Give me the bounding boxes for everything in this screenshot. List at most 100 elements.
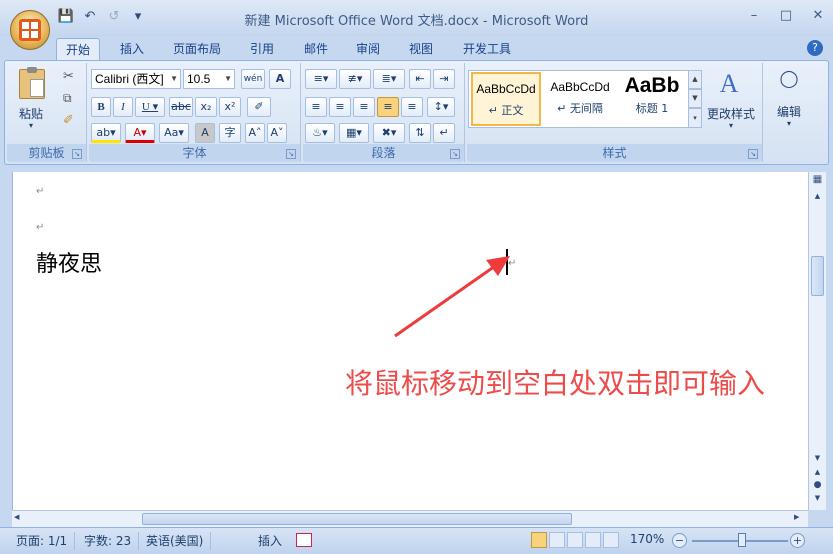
clipboard-group: 粘贴 ▾ ✂ ⧉ ✐ 剪贴板 ↘	[7, 63, 87, 162]
editing-label[interactable]: 编辑	[769, 103, 809, 120]
style-normal[interactable]: AaBbCcDd ↵ 正文	[471, 72, 541, 126]
gallery-more-icon[interactable]: ▾	[688, 108, 702, 128]
change-styles-label[interactable]: 更改样式	[703, 105, 759, 122]
borders-icon[interactable]: ▦▾	[339, 123, 369, 143]
ribbon-tabs: 开始 插入 页面布局 引用 邮件 审阅 视图 开发工具	[0, 36, 833, 60]
phonetic-guide-icon[interactable]: wén	[241, 69, 265, 89]
zoom-in-icon[interactable]: +	[790, 533, 805, 548]
view-draft-icon[interactable]	[603, 532, 619, 548]
style-heading-1[interactable]: AaBb 标题 1	[617, 72, 687, 126]
language[interactable]: 英语(美国)	[146, 532, 203, 549]
maximize-icon[interactable]: □	[777, 8, 795, 23]
horizontal-scroll-thumb[interactable]	[142, 513, 572, 525]
chevron-down-icon[interactable]: ▾	[769, 119, 809, 128]
ruler-toggle-icon[interactable]: ▦	[811, 174, 824, 188]
chevron-down-icon: ▼	[170, 74, 178, 83]
zoom-level[interactable]: 170%	[630, 532, 664, 546]
zoom-slider-thumb[interactable]	[738, 533, 746, 547]
dialog-launcher-icon[interactable]: ↘	[748, 149, 758, 159]
paste-label[interactable]: 粘贴	[13, 105, 49, 122]
show-marks-icon[interactable]: ↵	[433, 123, 455, 143]
char-shading-icon[interactable]: A	[195, 123, 215, 143]
view-outline-icon[interactable]	[585, 532, 601, 548]
subscript-icon[interactable]: x₂	[195, 97, 217, 117]
view-web-layout-icon[interactable]	[567, 532, 583, 548]
multilevel-list-icon[interactable]: ≣▾	[373, 69, 405, 89]
horizontal-scrollbar[interactable]: ◀ ▶	[12, 510, 808, 527]
browse-object-icon[interactable]: ●	[811, 480, 824, 494]
strikethrough-icon[interactable]: abc	[169, 97, 193, 117]
dialog-launcher-icon[interactable]: ↘	[72, 149, 82, 159]
dialog-launcher-icon[interactable]: ↘	[450, 149, 460, 159]
copy-icon[interactable]: ⧉	[63, 91, 72, 106]
scroll-right-icon[interactable]: ▶	[794, 513, 806, 525]
close-icon[interactable]: ✕	[809, 8, 827, 23]
chinese-layout-icon[interactable]: ✖▾	[373, 123, 405, 143]
style-no-spacing[interactable]: AaBbCcDd ↵ 无间隔	[545, 72, 615, 126]
page-count[interactable]: 页面: 1/1	[16, 532, 67, 549]
vertical-scroll-thumb[interactable]	[811, 256, 824, 296]
cut-icon[interactable]: ✂	[63, 69, 74, 84]
help-icon[interactable]: ?	[807, 40, 823, 56]
font-color-icon[interactable]: A▾	[125, 123, 155, 143]
vertical-scrollbar[interactable]: ▦ ▲ ▼ ▲ ● ▼	[808, 172, 826, 510]
sort-icon[interactable]: ⇅	[409, 123, 431, 143]
scroll-left-icon[interactable]: ◀	[14, 513, 26, 525]
paste-icon[interactable]	[19, 67, 45, 99]
underline-icon[interactable]: U ▾	[135, 97, 165, 117]
italic-icon[interactable]: I	[113, 97, 133, 117]
tab-review[interactable]: 审阅	[346, 38, 390, 60]
distributed-icon[interactable]: ≡	[401, 97, 423, 117]
numbering-icon[interactable]: ≢▾	[339, 69, 371, 89]
justify-icon[interactable]: ≡	[377, 97, 399, 117]
find-icon[interactable]: ◯	[777, 69, 801, 95]
tab-mailings[interactable]: 邮件	[294, 38, 338, 60]
font-name-combo[interactable]: Calibri (西文] ▼	[91, 69, 181, 89]
font-group: Calibri (西文] ▼ 10.5 ▼ wén A B I U ▾ abc x₂…	[89, 63, 301, 162]
scroll-up-icon[interactable]: ▲	[811, 192, 824, 206]
tab-references[interactable]: 引用	[240, 38, 284, 60]
tab-insert[interactable]: 插入	[110, 38, 154, 60]
macro-record-icon[interactable]	[296, 533, 312, 547]
bullets-icon[interactable]: ≡▾	[305, 69, 337, 89]
font-size-combo[interactable]: 10.5 ▼	[183, 69, 235, 89]
line-spacing-icon[interactable]: ↕▾	[427, 97, 455, 117]
change-case-icon[interactable]: Aa▾	[159, 123, 189, 143]
shrink-font-icon[interactable]: A˅	[267, 123, 287, 143]
align-right-icon[interactable]: ≡	[353, 97, 375, 117]
office-button[interactable]	[10, 10, 50, 50]
view-full-screen-icon[interactable]	[549, 532, 565, 548]
paste-dropdown-icon[interactable]: ▾	[13, 121, 49, 130]
highlight-icon[interactable]: ab▾	[91, 123, 121, 143]
dialog-launcher-icon[interactable]: ↘	[286, 149, 296, 159]
gallery-down-icon[interactable]: ▼	[688, 89, 702, 108]
grow-font-icon[interactable]: A˄	[245, 123, 265, 143]
change-styles-icon[interactable]: A	[709, 69, 749, 101]
enclose-char-icon[interactable]: 字	[219, 123, 241, 143]
decrease-indent-icon[interactable]: ⇤	[409, 69, 431, 89]
tab-home[interactable]: 开始	[56, 38, 100, 60]
zoom-out-icon[interactable]: −	[672, 533, 687, 548]
char-border-icon[interactable]: A	[269, 69, 291, 89]
bold-icon[interactable]: B	[91, 97, 111, 117]
tab-page-layout[interactable]: 页面布局	[165, 38, 229, 60]
scroll-down-icon[interactable]: ▼	[811, 454, 824, 468]
word-count[interactable]: 字数: 23	[84, 532, 131, 549]
tab-developer[interactable]: 开发工具	[452, 38, 522, 60]
next-page-icon[interactable]: ▼	[811, 494, 824, 508]
clear-format-icon[interactable]: ✐	[247, 97, 271, 117]
align-center-icon[interactable]: ≡	[329, 97, 351, 117]
style-gallery: AaBbCcDd ↵ 正文 AaBbCcDd ↵ 无间隔 AaBb 标题 1	[468, 70, 690, 128]
align-left-icon[interactable]: ≡	[305, 97, 327, 117]
tab-view[interactable]: 视图	[399, 38, 443, 60]
view-print-layout-icon[interactable]	[531, 532, 547, 548]
increase-indent-icon[interactable]: ⇥	[433, 69, 455, 89]
office-logo-icon	[19, 19, 41, 41]
gallery-up-icon[interactable]: ▲	[688, 70, 702, 89]
superscript-icon[interactable]: x²	[219, 97, 241, 117]
minimize-icon[interactable]: –	[745, 8, 763, 23]
insert-mode[interactable]: 插入	[258, 532, 282, 549]
shading-icon[interactable]: ♨▾	[305, 123, 335, 143]
chevron-down-icon[interactable]: ▾	[703, 121, 759, 130]
format-painter-icon[interactable]: ✐	[63, 113, 74, 128]
